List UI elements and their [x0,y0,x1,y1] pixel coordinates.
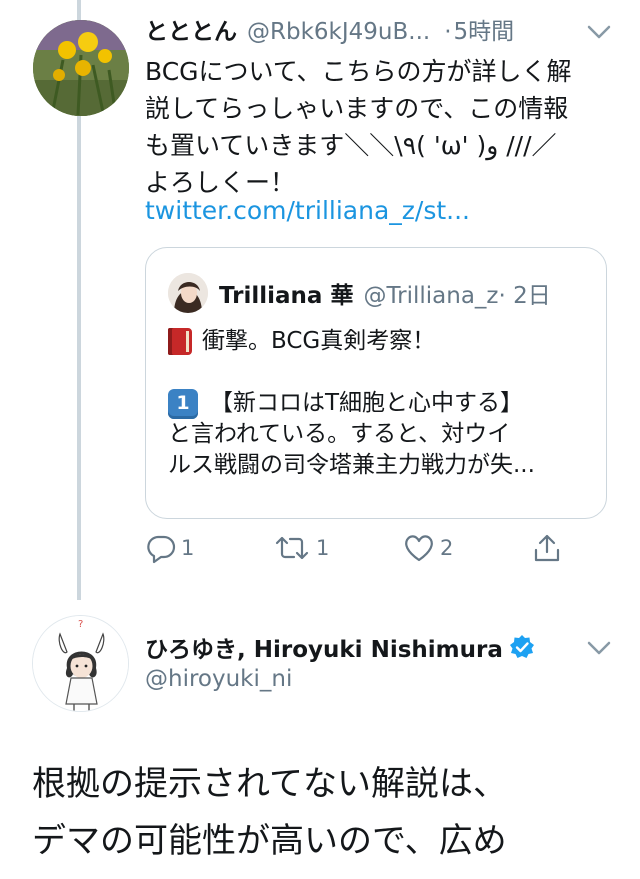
author-handle[interactable]: @hiroyuki_ni [145,666,292,692]
author-name[interactable]: ひろゆき, Hiroyuki Nishimura [145,630,503,664]
quoted-line: ルス戦闘の司令塔兼主力戦力が失... [168,452,535,478]
retweet-count: 1 [316,536,330,560]
tweet-header: とととん @Rbk6kJ49uB... ·5時間 [145,12,615,56]
tweet-link[interactable]: twitter.com/trilliana_z/st... [145,196,470,225]
tweet-text-line: 根拠の提示されてない解説は、 [32,764,507,804]
quoted-blank-line [168,357,588,388]
like-icon [405,535,433,562]
tweet-text-line: 説してらっしゃいますので、この情報 [145,94,569,123]
author-name[interactable]: とととん [145,19,237,45]
quoted-tweet-text: 衝撃。BCG真剣考察！ 1 【新コロはT細胞と心中する】 と言われている。すると、… [168,326,588,481]
tweet-timestamp[interactable]: 5時間 [454,19,515,45]
quoted-line: 1 【新コロはT細胞と心中する】 [168,388,588,419]
like-button[interactable]: 2 [402,532,453,564]
chevron-down-icon[interactable] [582,20,616,44]
tweet-text-line: デマの可能性が高いので、広め [32,821,507,861]
tweet-actions: 1 1 2 [145,532,615,576]
quoted-line: 衝撃。BCG真剣考察！ [168,326,588,357]
tweet-text: 根拠の提示されてない解説は、 デマの可能性が高いので、広め [32,756,622,870]
share-button[interactable] [531,532,563,564]
tweet-text-line: BCGについて、こちらの方が詳しく解 [145,57,572,86]
reply-icon [147,535,176,564]
reply-button[interactable]: 1 [145,532,194,564]
quoted-timestamp: · 2日 [498,283,551,309]
quoted-line-text: 【新コロはT細胞と心中する】 [210,390,524,416]
book-emoji [168,328,192,355]
quoted-author-handle: @Trilliana_z [363,283,499,309]
svg-text:?: ? [78,619,83,630]
verified-badge-icon [509,635,534,658]
chevron-down-icon[interactable] [582,636,616,660]
retweet-button[interactable]: 1 [272,532,329,564]
quoted-tweet-header: Trilliana 華 @Trilliana_z· 2日 [219,276,551,310]
reply-count: 1 [181,536,195,560]
separator-dot: · [444,19,452,45]
author-handle[interactable]: @Rbk6kJ49uB... [247,19,430,45]
tweet-text-line: も置いていきます＼＼\٩( 'ω' )و ///／ [145,131,557,160]
quoted-line-text: 衝撃。BCG真剣考察！ [202,328,436,354]
quoted-line: と言われている。すると、対ウイ [168,421,511,447]
avatar[interactable]: ? [32,615,129,712]
author-name-row: ひろゆき, Hiroyuki Nishimura [145,630,535,664]
tweet-text: BCGについて、こちらの方が詳しく解 説してらっしゃいますので、この情報 も置い… [145,53,615,201]
avatar[interactable] [33,20,129,116]
quoted-author-name: Trilliana 華 [219,283,354,309]
quoted-tweet-card[interactable]: Trilliana 華 @Trilliana_z· 2日 衝撃。BCG真剣考察！ … [145,247,607,519]
retweet-icon [275,536,309,560]
quoted-avatar[interactable] [168,273,208,313]
like-count: 2 [440,536,454,560]
share-icon [534,534,560,562]
keycap-one-emoji: 1 [168,388,198,419]
